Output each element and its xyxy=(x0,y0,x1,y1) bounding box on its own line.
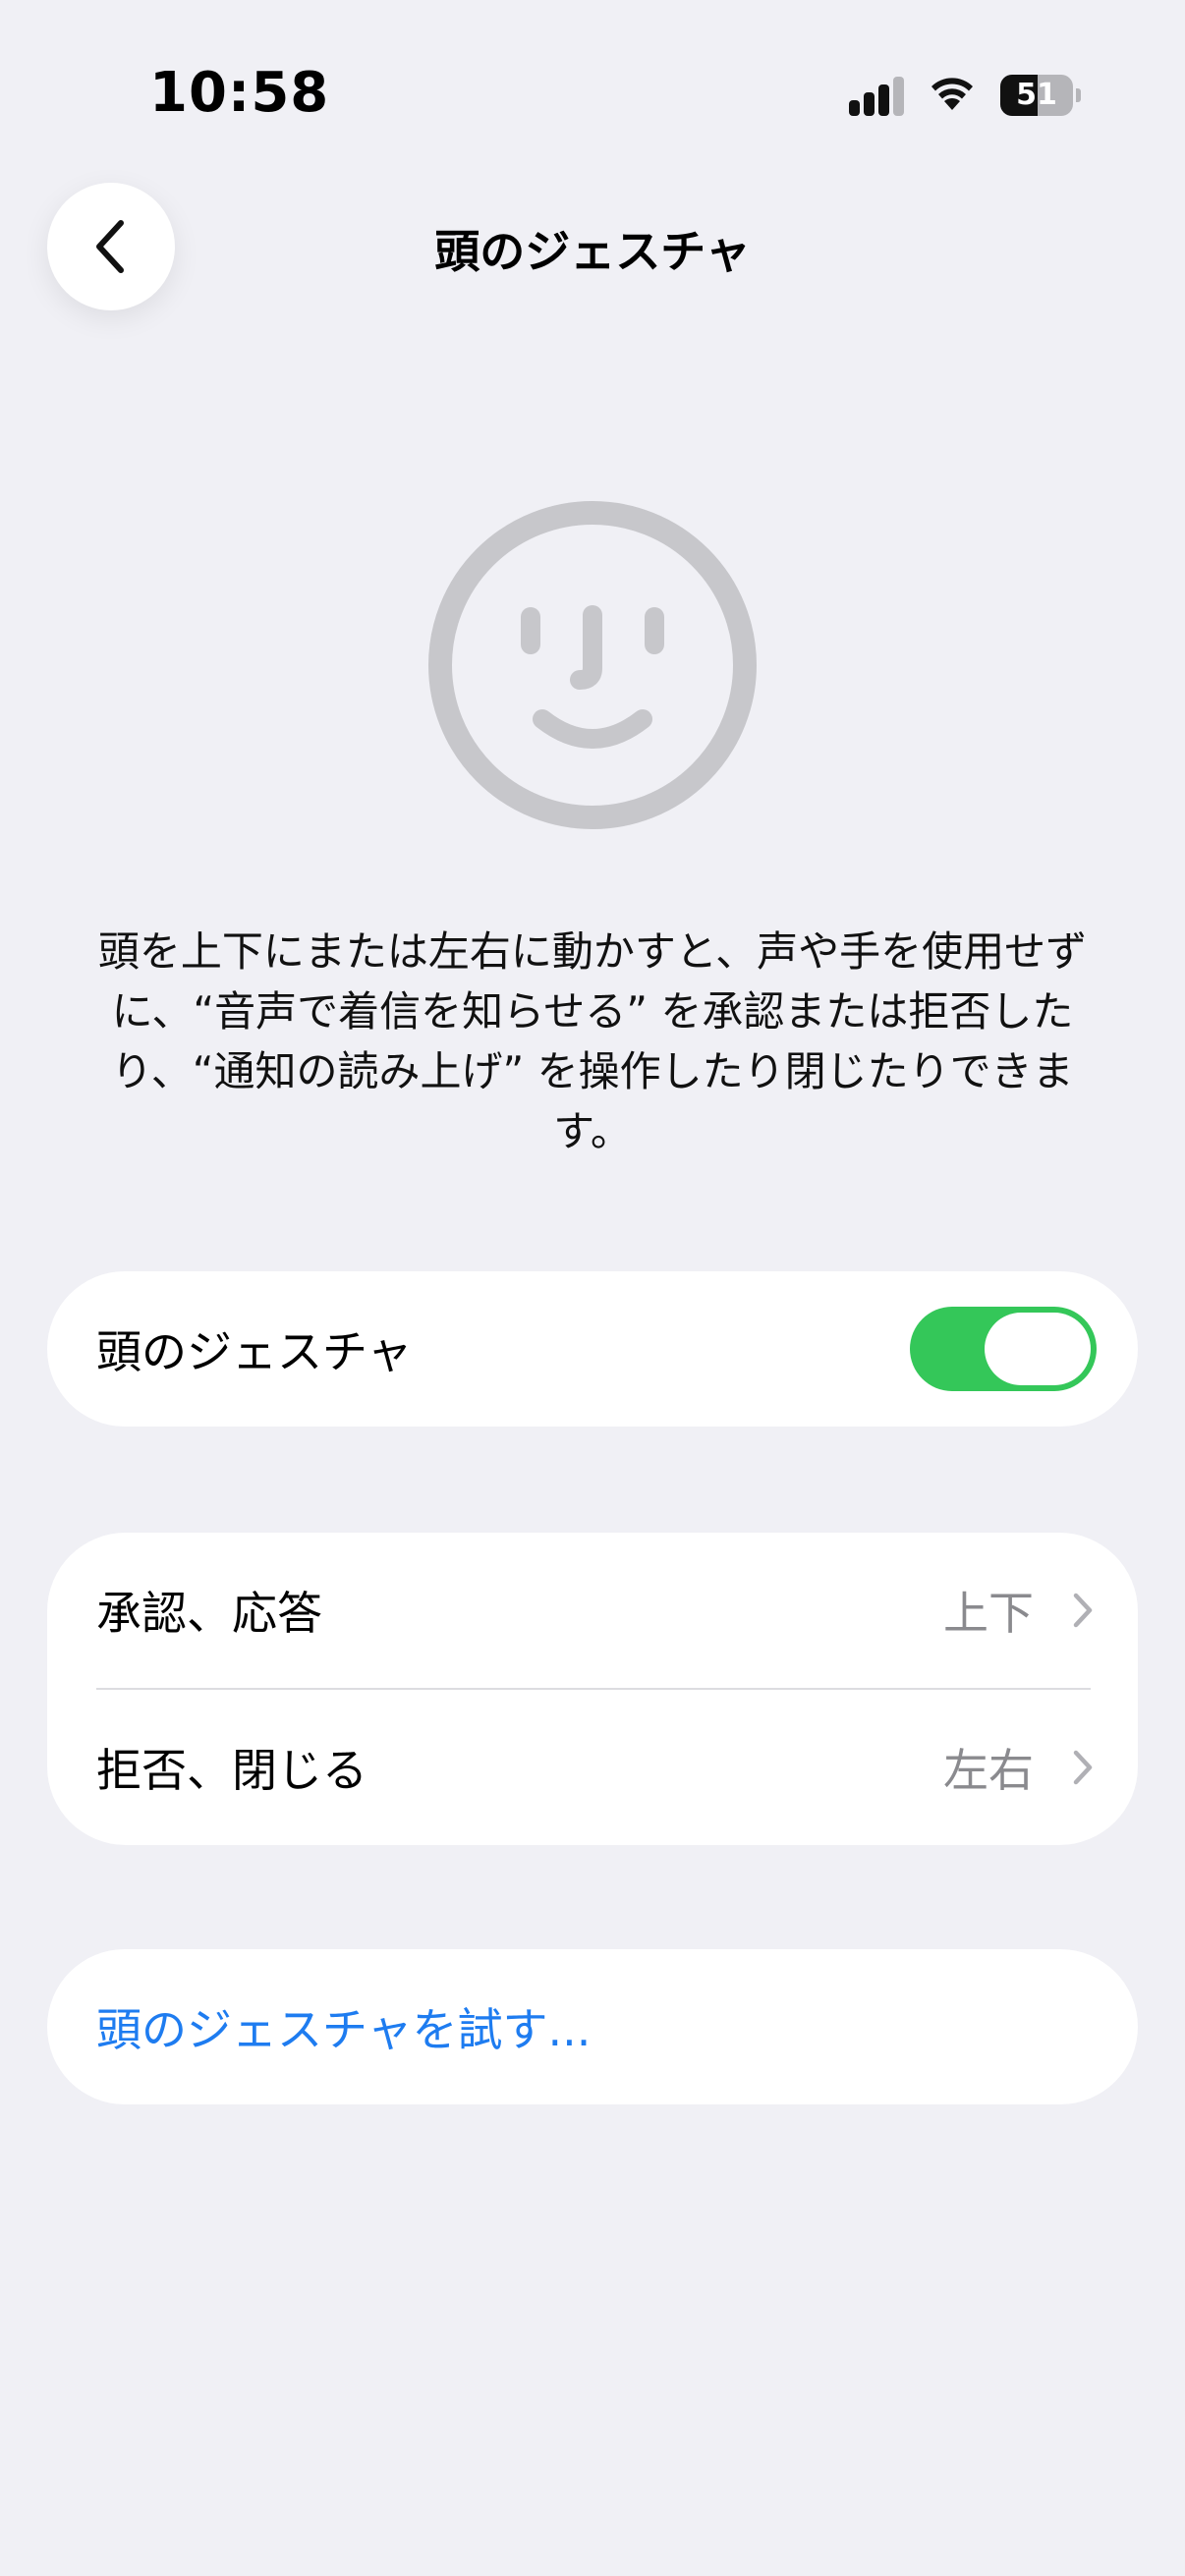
back-button[interactable] xyxy=(47,183,175,310)
cellular-signal-icon xyxy=(849,77,904,116)
option-label: 承認、応答 xyxy=(96,1587,322,1640)
face-icon xyxy=(428,501,757,829)
status-time: 10:58 xyxy=(149,61,330,125)
head-gesture-toggle-group: 頭のジェスチャ xyxy=(47,1271,1138,1427)
option-value: 上下 xyxy=(943,1587,1034,1640)
chevron-left-icon xyxy=(96,220,124,273)
toggle-knob xyxy=(985,1313,1091,1385)
head-gesture-toggle-label: 頭のジェスチャ xyxy=(96,1325,413,1378)
option-value: 左右 xyxy=(943,1744,1034,1797)
try-gesture-row[interactable]: 頭のジェスチャを試す... xyxy=(47,1949,1138,2104)
try-gesture-group: 頭のジェスチャを試す... xyxy=(47,1949,1138,2104)
head-gesture-toggle[interactable] xyxy=(910,1307,1097,1391)
navigation-bar: 頭のジェスチャ xyxy=(0,177,1185,314)
chevron-right-icon xyxy=(1073,1593,1093,1628)
option-row-accept[interactable]: 承認、応答 上下 xyxy=(47,1533,1138,1688)
description-text: 頭を上下にまたは左右に動かすと、声や手を使用せずに、“音声で着信を知らせる” を… xyxy=(97,927,1088,1155)
chevron-right-icon xyxy=(1073,1750,1093,1785)
battery-icon: 51 xyxy=(1000,75,1081,116)
status-bar: 10:58 51 xyxy=(0,0,1185,196)
try-gesture-link[interactable]: 頭のジェスチャを試す... xyxy=(96,1994,591,2059)
battery-level: 51 xyxy=(1016,78,1057,112)
option-label: 拒否、閉じる xyxy=(96,1744,367,1797)
gesture-options-group: 承認、応答 上下 拒否、閉じる 左右 xyxy=(47,1533,1138,1845)
option-row-decline[interactable]: 拒否、閉じる 左右 xyxy=(47,1690,1138,1845)
page-title: 頭のジェスチャ xyxy=(434,225,751,278)
wifi-icon xyxy=(931,78,973,110)
head-gesture-toggle-row: 頭のジェスチャ xyxy=(47,1271,1138,1427)
